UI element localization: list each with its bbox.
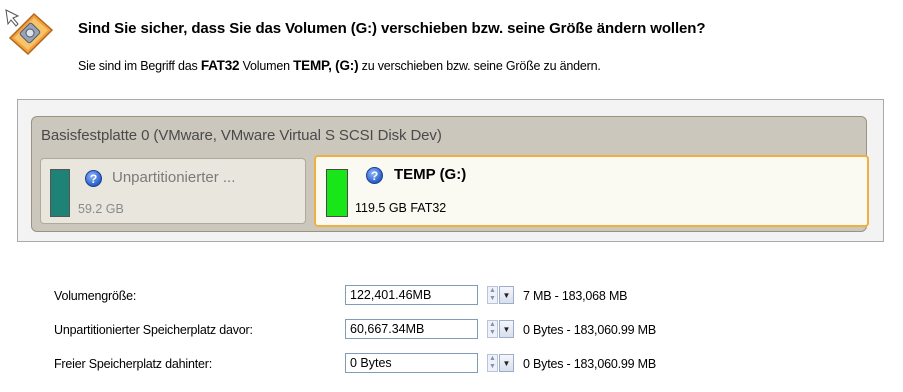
partition-color-bar (50, 169, 70, 217)
subtitle-volume-name: TEMP, (G:) (293, 58, 359, 73)
subtitle-text-2: Volumen (239, 59, 294, 73)
space-before-range: 0 Bytes - 183,060.99 MB (523, 323, 656, 337)
partition-color-bar (326, 169, 348, 217)
space-before-dropdown[interactable]: ▼ (499, 320, 514, 338)
disk-map-frame: Basisfestplatte 0 (VMware, VMware Virtua… (17, 99, 884, 242)
space-before-input[interactable]: 60,667.34MB (345, 319, 478, 339)
question-icon: ? (366, 167, 383, 184)
disk-resize-wizard-icon (5, 9, 54, 56)
partition-name: Unpartitionierter ... (112, 169, 236, 186)
disk-panel: Basisfestplatte 0 (VMware, VMware Virtua… (31, 116, 869, 232)
volume-size-dropdown[interactable]: ▼ (499, 286, 514, 304)
volume-size-input[interactable]: 122,401.46MB (345, 285, 478, 305)
space-after-range: 0 Bytes - 183,060.99 MB (523, 357, 656, 371)
partition-size: 119.5 GB FAT32 (355, 201, 447, 215)
space-after-spinner[interactable]: ▲ ▼ (487, 354, 498, 372)
partition-temp-selected[interactable]: ? TEMP (G:) 119.5 GB FAT32 (314, 155, 869, 227)
space-after-dropdown[interactable]: ▼ (499, 354, 514, 372)
volume-size-label: Volumengröße: (54, 289, 137, 303)
space-before-spinner[interactable]: ▲ ▼ (487, 320, 498, 338)
volume-size-range: 7 MB - 183,068 MB (523, 289, 628, 303)
space-after-input[interactable]: 0 Bytes (345, 353, 478, 373)
dialog-title: Sind Sie sicher, dass Sie das Volumen (G… (78, 20, 706, 37)
question-icon: ? (85, 170, 102, 187)
subtitle-text-3: zu verschieben bzw. seine Größe zu änder… (358, 59, 601, 73)
volume-size-spinner[interactable]: ▲ ▼ (487, 286, 498, 304)
space-after-label: Freier Speicherplatz dahinter: (54, 357, 212, 371)
dialog-subtitle: Sie sind im Begriff das FAT32 Volumen TE… (78, 58, 601, 73)
partition-name: TEMP (G:) (394, 166, 467, 183)
subtitle-filesystem: FAT32 (200, 58, 240, 73)
subtitle-text-1: Sie sind im Begriff das (78, 59, 201, 73)
partition-unallocated[interactable]: ? Unpartitionierter ... 59.2 GB (40, 158, 306, 224)
space-before-label: Unpartitionierter Speicherplatz davor: (54, 323, 253, 337)
partition-size: 59.2 GB (78, 202, 124, 216)
disk-label: Basisfestplatte 0 (VMware, VMware Virtua… (41, 127, 442, 144)
